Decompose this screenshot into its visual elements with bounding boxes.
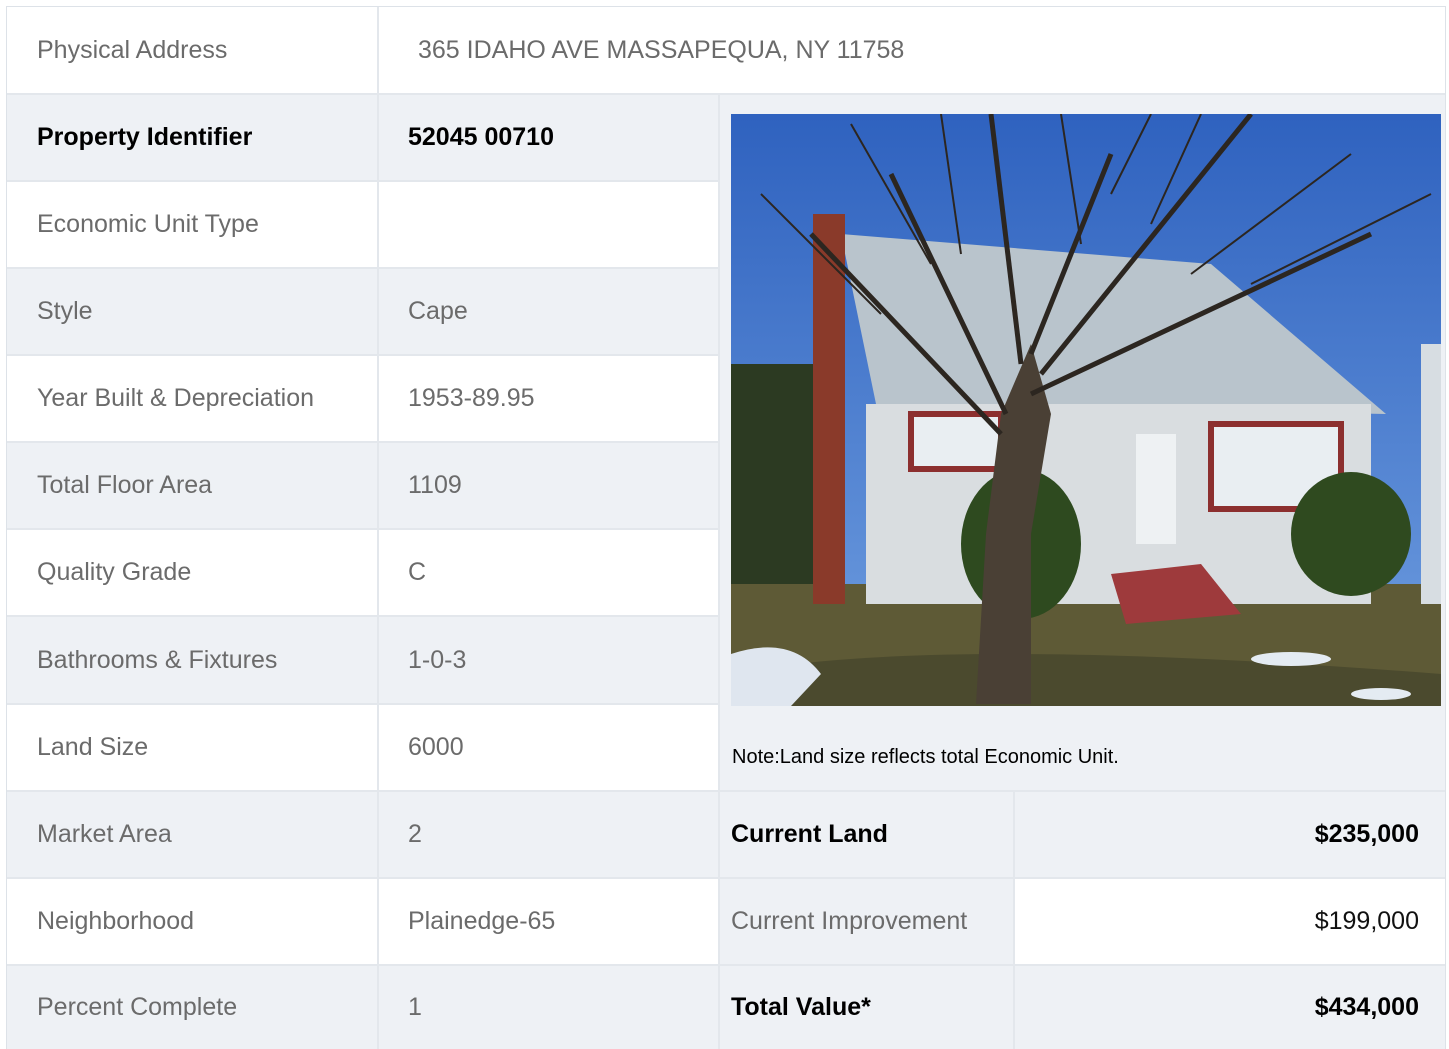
detail-label-year-built: Year Built & Depreciation bbox=[7, 355, 378, 442]
detail-value-quality-grade: C bbox=[378, 529, 719, 616]
detail-value-total-floor-area: 1109 bbox=[378, 442, 719, 529]
property-photo bbox=[731, 114, 1441, 706]
detail-label-bathrooms: Bathrooms & Fixtures bbox=[7, 616, 378, 704]
detail-label-style: Style bbox=[7, 268, 378, 355]
row-divider bbox=[7, 964, 1445, 966]
row-divider bbox=[7, 354, 719, 356]
detail-label-percent-complete: Percent Complete bbox=[7, 965, 378, 1049]
valuation-value-current-improvement: $199,000 bbox=[1014, 878, 1445, 965]
row-divider bbox=[7, 703, 719, 705]
detail-value-style: Cape bbox=[378, 268, 719, 355]
column-divider bbox=[1013, 791, 1015, 1049]
row-divider bbox=[7, 267, 719, 269]
column-divider bbox=[718, 94, 720, 1049]
detail-label-quality-grade: Quality Grade bbox=[7, 529, 378, 616]
detail-label-economic-unit-type: Economic Unit Type bbox=[7, 181, 378, 268]
detail-value-land-size: 6000 bbox=[378, 704, 719, 791]
valuation-label-current-improvement: Current Improvement bbox=[719, 878, 1014, 965]
valuation-value-current-land: $235,000 bbox=[1014, 791, 1445, 878]
row-divider bbox=[7, 441, 719, 443]
address-value: 365 IDAHO AVE MASSAPEQUA, NY 11758 bbox=[378, 7, 1445, 94]
detail-value-year-built: 1953-89.95 bbox=[378, 355, 719, 442]
detail-value-bathrooms: 1-0-3 bbox=[378, 616, 719, 704]
row-divider bbox=[7, 528, 719, 530]
valuation-value-total-value: $434,000 bbox=[1014, 965, 1445, 1049]
address-label: Physical Address bbox=[7, 7, 378, 94]
property-id-label: Property Identifier bbox=[7, 94, 378, 181]
land-size-note: Note:Land size reflects total Economic U… bbox=[732, 746, 1119, 768]
row-divider bbox=[7, 790, 1445, 792]
row-divider bbox=[7, 877, 1445, 879]
detail-value-economic-unit-type bbox=[378, 181, 719, 268]
valuation-label-current-land: Current Land bbox=[719, 791, 1014, 878]
detail-value-percent-complete: 1 bbox=[378, 965, 719, 1049]
property-id-value: 52045 00710 bbox=[378, 94, 719, 181]
detail-label-land-size: Land Size bbox=[7, 704, 378, 791]
detail-value-neighborhood: Plainedge-65 bbox=[378, 878, 719, 965]
row-divider bbox=[7, 615, 719, 617]
row-divider bbox=[7, 93, 1445, 95]
detail-label-neighborhood: Neighborhood bbox=[7, 878, 378, 965]
row-divider bbox=[7, 180, 719, 182]
detail-value-market-area: 2 bbox=[378, 791, 719, 878]
column-divider bbox=[377, 7, 379, 1049]
valuation-label-total-value: Total Value* bbox=[719, 965, 1014, 1049]
detail-label-total-floor-area: Total Floor Area bbox=[7, 442, 378, 529]
detail-label-market-area: Market Area bbox=[7, 791, 378, 878]
